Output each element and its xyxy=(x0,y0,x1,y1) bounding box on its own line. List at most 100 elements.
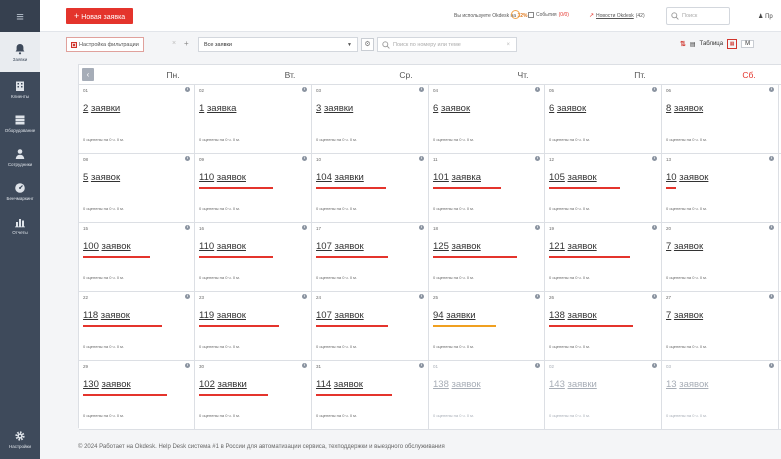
calendar-day-cell[interactable]: 26 i 138 заявок 0 оценены на 0 ч. 0 м. xyxy=(545,292,662,361)
filter-settings-button[interactable]: ▣ Настройка фильтрации xyxy=(66,37,144,52)
sort-icon[interactable]: ⇅ xyxy=(680,40,686,48)
info-icon[interactable]: i xyxy=(419,225,424,230)
calendar-day-cell[interactable]: 09 i 110 заявок 0 оценены на 0 ч. 0 м. xyxy=(195,154,312,223)
info-icon[interactable]: i xyxy=(302,225,307,230)
calendar-day-cell[interactable]: 03 i 3 заявки 0 оценены на 0 ч. 0 м. xyxy=(312,85,429,154)
info-icon[interactable]: i xyxy=(302,87,307,92)
request-count-link[interactable]: 8 заявок xyxy=(666,103,703,114)
info-icon[interactable]: i xyxy=(652,156,657,161)
request-count-link[interactable]: 138 заявок xyxy=(549,310,597,321)
news-link[interactable]: ↗ Новости Okdesk (42) xyxy=(589,12,645,20)
calendar-day-cell[interactable]: 04 i 6 заявок 0 оценены на 0 ч. 0 м. xyxy=(429,85,545,154)
sidebar-item-requests[interactable]: Заявки xyxy=(0,32,40,72)
table-view-icon[interactable]: ▤ xyxy=(690,41,696,48)
calendar-day-cell[interactable]: 23 i 119 заявок 0 оценены на 0 ч. 0 м. xyxy=(195,292,312,361)
request-count-link[interactable]: 107 заявок xyxy=(316,241,364,252)
calendar-day-cell[interactable]: 24 i 107 заявок 0 оценены на 0 ч. 0 м. xyxy=(312,292,429,361)
calendar-day-cell[interactable]: 02 i 1 заявка 0 оценены на 0 ч. 0 м. xyxy=(195,85,312,154)
calendar-day-cell[interactable]: 27 i 7 заявок 0 оценены на 0 ч. 0 м. xyxy=(662,292,779,361)
info-icon[interactable]: i xyxy=(652,294,657,299)
events-link[interactable]: События (0/0) xyxy=(528,12,569,18)
month-view-button[interactable]: М xyxy=(741,40,755,48)
calendar-day-cell[interactable]: 13 i 10 заявок 0 оценены на 0 ч. 0 м. xyxy=(662,154,779,223)
info-icon[interactable]: i xyxy=(652,363,657,368)
prev-month-button[interactable]: ‹ xyxy=(82,68,94,81)
request-count-link[interactable]: 101 заявка xyxy=(433,172,481,183)
calendar-day-cell[interactable]: 31 i 114 заявок 0 оценены на 0 ч. 0 м. xyxy=(312,361,429,430)
calendar-day-cell[interactable]: 11 i 101 заявка 0 оценены на 0 ч. 0 м. xyxy=(429,154,545,223)
request-count-link[interactable]: 110 заявок xyxy=(199,241,246,252)
calendar-day-cell[interactable]: 01 i 138 заявок 0 оценены на 0 ч. 0 м. xyxy=(429,361,545,430)
calendar-day-cell[interactable]: 16 i 110 заявок 0 оценены на 0 ч. 0 м. xyxy=(195,223,312,292)
info-icon[interactable]: i xyxy=(535,363,540,368)
request-count-link[interactable]: 100 заявок xyxy=(83,241,131,252)
request-count-link[interactable]: 6 заявок xyxy=(433,103,470,114)
request-count-link[interactable]: 7 заявок xyxy=(666,241,703,252)
view-settings-gear-icon[interactable]: ⚙ xyxy=(361,38,374,51)
request-count-link[interactable]: 104 заявки xyxy=(316,172,364,183)
request-count-link[interactable]: 121 заявок xyxy=(549,241,597,252)
info-icon[interactable]: i xyxy=(302,156,307,161)
calendar-day-cell[interactable]: 30 i 102 заявки 0 оценены на 0 ч. 0 м. xyxy=(195,361,312,430)
info-icon[interactable]: i xyxy=(652,225,657,230)
calendar-day-cell[interactable]: 06 i 8 заявок 0 оценены на 0 ч. 0 м. xyxy=(662,85,779,154)
request-count-link[interactable]: 138 заявок xyxy=(433,379,481,390)
request-count-link[interactable]: 143 заявки xyxy=(549,379,597,390)
calendar-day-cell[interactable]: 01 i 2 заявки 0 оценены на 0 ч. 0 м. xyxy=(79,85,195,154)
calendar-day-cell[interactable]: 15 i 100 заявок 0 оценены на 0 ч. 0 м. xyxy=(79,223,195,292)
top-search-input[interactable]: Поиск xyxy=(666,7,730,25)
request-count-link[interactable]: 130 заявок xyxy=(83,379,131,390)
calendar-view-icon[interactable]: ▦ xyxy=(727,39,738,49)
sidebar-item-settings[interactable]: Настройки xyxy=(0,419,40,459)
request-count-link[interactable]: 94 заявки xyxy=(433,310,476,321)
request-count-link[interactable]: 105 заявок xyxy=(549,172,597,183)
sidebar-item-benchmarking[interactable]: Бенчмаркинг xyxy=(0,174,40,208)
info-icon[interactable]: i xyxy=(185,294,190,299)
info-icon[interactable]: i xyxy=(185,156,190,161)
request-count-link[interactable]: 2 заявки xyxy=(83,103,120,114)
clear-filter-icon[interactable]: × xyxy=(172,40,176,47)
info-icon[interactable]: i xyxy=(302,294,307,299)
calendar-day-cell[interactable]: 20 i 7 заявок 0 оценены на 0 ч. 0 м. xyxy=(662,223,779,292)
info-icon[interactable]: i xyxy=(185,225,190,230)
request-count-link[interactable]: 1 заявка xyxy=(199,103,236,114)
calendar-day-cell[interactable]: 02 i 143 заявки 0 оценены на 0 ч. 0 м. xyxy=(545,361,662,430)
calendar-day-cell[interactable]: 19 i 121 заявок 0 оценены на 0 ч. 0 м. xyxy=(545,223,662,292)
calendar-day-cell[interactable]: 22 i 118 заявок 0 оценены на 0 ч. 0 м. xyxy=(79,292,195,361)
request-count-link[interactable]: 114 заявок xyxy=(316,379,363,390)
hamburger-icon[interactable]: ≡ xyxy=(0,0,40,32)
info-icon[interactable]: i xyxy=(419,156,424,161)
info-icon[interactable]: i xyxy=(769,363,774,368)
calendar-day-cell[interactable]: 03 i 13 заявок 0 оценены на 0 ч. 0 м. xyxy=(662,361,779,430)
sidebar-item-employees[interactable]: Сотрудники xyxy=(0,140,40,174)
table-view-label[interactable]: Таблица xyxy=(700,41,724,47)
request-count-link[interactable]: 10 заявок xyxy=(666,172,708,183)
info-icon[interactable]: i xyxy=(419,87,424,92)
info-icon[interactable]: i xyxy=(535,87,540,92)
request-count-link[interactable]: 110 заявок xyxy=(199,172,246,183)
info-icon[interactable]: i xyxy=(769,156,774,161)
calendar-day-cell[interactable]: 17 i 107 заявок 0 оценены на 0 ч. 0 м. xyxy=(312,223,429,292)
sidebar-item-reports[interactable]: Отчеты xyxy=(0,208,40,242)
request-count-link[interactable]: 107 заявок xyxy=(316,310,364,321)
request-count-link[interactable]: 5 заявок xyxy=(83,172,120,183)
sidebar-item-equipment[interactable]: Оборудование xyxy=(0,106,40,140)
new-request-button[interactable]: + Новая заявка xyxy=(66,8,134,24)
info-icon[interactable]: i xyxy=(769,225,774,230)
calendar-day-cell[interactable]: 10 i 104 заявки 0 оценены на 0 ч. 0 м. xyxy=(312,154,429,223)
info-icon[interactable]: i xyxy=(419,363,424,368)
calendar-day-cell[interactable]: 18 i 125 заявок 0 оценены на 0 ч. 0 м. xyxy=(429,223,545,292)
info-icon[interactable]: i xyxy=(535,156,540,161)
calendar-day-cell[interactable]: 12 i 105 заявок 0 оценены на 0 ч. 0 м. xyxy=(545,154,662,223)
info-icon[interactable]: i xyxy=(185,87,190,92)
request-count-link[interactable]: 6 заявок xyxy=(549,103,586,114)
sidebar-item-clients[interactable]: Клиенты xyxy=(0,72,40,106)
info-icon[interactable]: i xyxy=(769,294,774,299)
request-count-link[interactable]: 102 заявки xyxy=(199,379,247,390)
request-count-link[interactable]: 3 заявки xyxy=(316,103,353,114)
clear-search-icon[interactable]: × xyxy=(506,42,510,48)
info-icon[interactable]: i xyxy=(535,225,540,230)
request-search-input[interactable]: Поиск по номеру или теме × xyxy=(377,37,517,52)
add-filter-icon[interactable]: + xyxy=(184,39,189,48)
view-select[interactable]: Все заявки ▼ xyxy=(198,37,358,52)
